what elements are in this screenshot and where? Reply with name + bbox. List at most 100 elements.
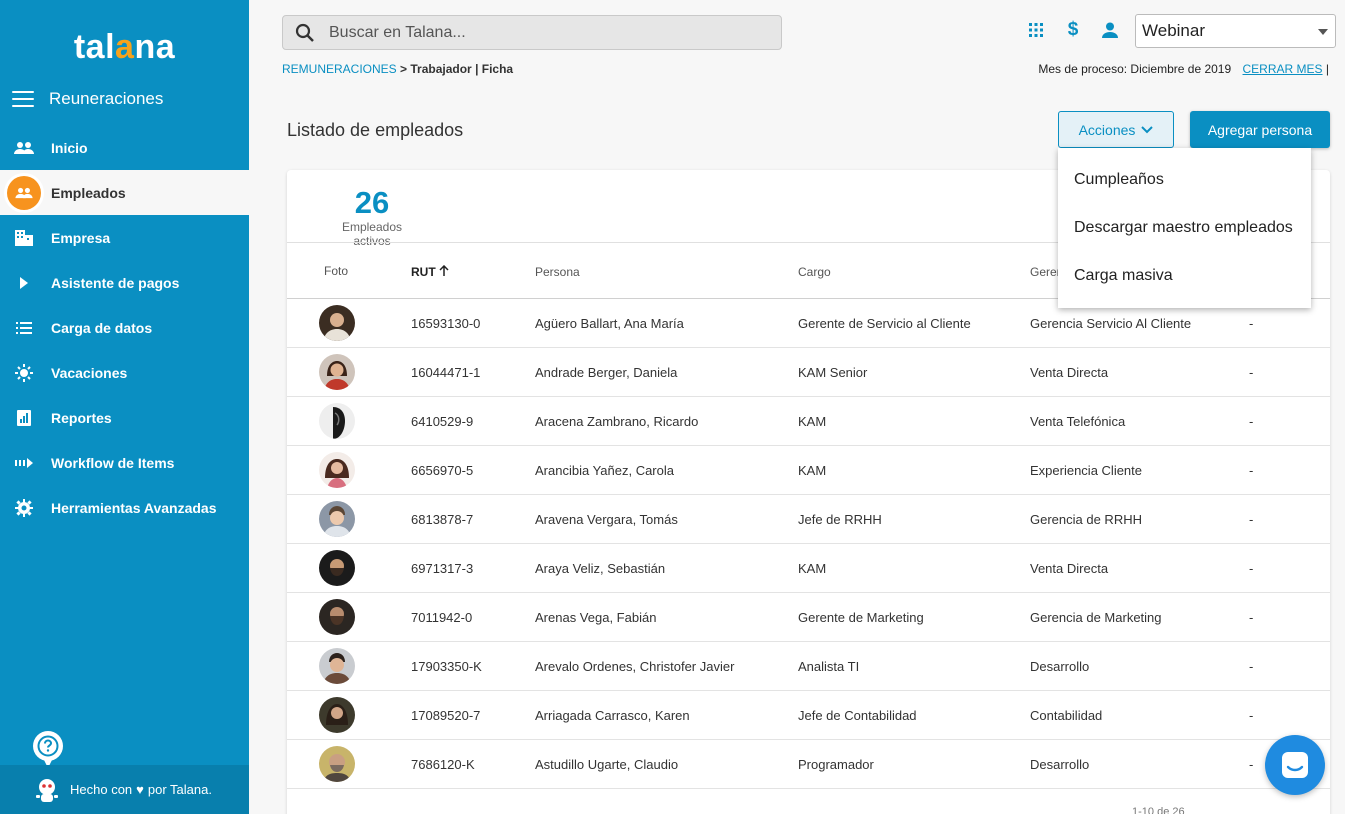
chat-launcher-button[interactable] xyxy=(1265,735,1325,795)
avatar xyxy=(319,452,355,488)
sidebar-item-label: Empleados xyxy=(51,184,126,201)
cell-gerencia: Desarrollo xyxy=(1030,757,1090,772)
cell-persona: Astudillo Ugarte, Claudio xyxy=(535,757,679,772)
cell-rut: 7686120-K xyxy=(411,757,475,772)
actions-dropdown-menu: Cumpleaños Descargar maestro empleados C… xyxy=(1058,148,1311,308)
sidebar-item-empresa[interactable]: Empresa xyxy=(0,215,249,260)
menu-item-descargar-maestro[interactable]: Descargar maestro empleados xyxy=(1058,204,1311,252)
help-icon[interactable] xyxy=(33,731,63,768)
table-row[interactable]: 7011942-0 Arenas Vega, Fabián Gerente de… xyxy=(287,593,1330,642)
table-row[interactable]: 17089520-7 Arriagada Carrasco, Karen Jef… xyxy=(287,691,1330,740)
breadcrumb-separator: > xyxy=(396,62,411,76)
cell-extra: - xyxy=(1249,463,1254,478)
cell-extra: - xyxy=(1249,414,1254,429)
cell-extra: - xyxy=(1249,561,1254,576)
table-row[interactable]: 6410529-9 Aracena Zambrano, Ricardo KAM … xyxy=(287,397,1330,446)
user-icon[interactable] xyxy=(1101,20,1119,40)
hamburger-icon[interactable] xyxy=(12,91,34,107)
breadcrumb-link-remuneraciones[interactable]: REMUNERACIONES xyxy=(282,62,397,76)
cell-cargo: Gerente de Marketing xyxy=(798,610,924,625)
sidebar-item-carga-datos[interactable]: Carga de datos xyxy=(0,305,249,350)
sidebar-item-asistente-pagos[interactable]: Asistente de pagos xyxy=(0,260,249,305)
menu-item-cumpleanos[interactable]: Cumpleaños xyxy=(1058,156,1311,204)
menu-item-carga-masiva[interactable]: Carga masiva xyxy=(1058,252,1311,300)
chevron-down-icon xyxy=(1141,125,1154,133)
cell-persona: Arenas Vega, Fabián xyxy=(535,610,657,625)
close-month-link[interactable]: CERRAR MES xyxy=(1243,62,1323,76)
top-icons: $ xyxy=(1027,19,1119,40)
cell-cargo: KAM xyxy=(798,561,827,576)
sidebar-item-workflow[interactable]: Workflow de Items xyxy=(0,440,249,485)
employees-table-body: 16593130-0 Agüero Ballart, Ana María Ger… xyxy=(287,299,1330,789)
table-row[interactable]: 6813878-7 Aravena Vergara, Tomás Jefe de… xyxy=(287,495,1330,544)
cell-persona: Arevalo Ordenes, Christofer Javier xyxy=(535,659,735,674)
sidebar-nav: Inicio Empleados Empresa Asistente de pa… xyxy=(0,125,249,530)
group-icon xyxy=(7,175,41,210)
module-title: Reuneraciones xyxy=(49,89,164,108)
building-icon xyxy=(14,228,34,248)
sidebar-item-vacaciones[interactable]: Vacaciones xyxy=(0,350,249,395)
avatar xyxy=(319,305,355,341)
cell-cargo: Programador xyxy=(798,757,874,772)
sidebar-item-inicio[interactable]: Inicio xyxy=(0,125,249,170)
cell-persona: Arancibia Yañez, Carola xyxy=(535,463,674,478)
avatar xyxy=(319,746,355,782)
apps-grid-icon[interactable] xyxy=(1027,20,1045,40)
footer-text-pre: Hecho con xyxy=(70,782,133,797)
add-person-button[interactable]: Agregar persona xyxy=(1190,111,1330,148)
cell-cargo: Analista TI xyxy=(798,659,860,674)
chat-icon xyxy=(1282,752,1308,778)
cell-gerencia: Experiencia Cliente xyxy=(1030,463,1143,478)
sidebar-item-herramientas[interactable]: Herramientas Avanzadas xyxy=(0,485,249,530)
gear-icon xyxy=(14,498,34,518)
search-input[interactable] xyxy=(329,23,749,42)
module-menu-toggle[interactable]: Reuneraciones xyxy=(12,86,163,112)
play-icon xyxy=(14,273,34,293)
column-header-foto: Foto xyxy=(324,264,349,278)
pagination-info: 1-10 de 26 xyxy=(1132,806,1185,814)
column-header-persona[interactable]: Persona xyxy=(535,265,580,279)
report-icon xyxy=(14,408,34,428)
sidebar-item-label: Workflow de Items xyxy=(51,454,175,471)
sidebar-footer: Hecho con ♥ por Talana. xyxy=(0,765,249,814)
cell-gerencia: Gerencia de Marketing xyxy=(1030,610,1162,625)
cell-extra: - xyxy=(1249,708,1254,723)
cell-persona: Aravena Vergara, Tomás xyxy=(535,512,678,527)
actions-button[interactable]: Acciones xyxy=(1058,111,1174,148)
mascot-icon xyxy=(36,778,58,802)
search-icon xyxy=(295,23,314,42)
column-header-rut[interactable]: RUT xyxy=(411,264,449,279)
cell-gerencia: Venta Telefónica xyxy=(1030,414,1126,429)
dollar-icon[interactable]: $ xyxy=(1064,19,1082,40)
cell-extra: - xyxy=(1249,316,1254,331)
sidebar-item-label: Carga de datos xyxy=(51,319,153,336)
global-search[interactable] xyxy=(282,15,782,50)
cell-persona: Arriagada Carrasco, Karen xyxy=(535,708,690,723)
table-row[interactable]: 17903350-K Arevalo Ordenes, Christofer J… xyxy=(287,642,1330,691)
sidebar-item-label: Inicio xyxy=(51,139,88,156)
sidebar-item-label: Reportes xyxy=(51,409,112,426)
heart-icon: ♥ xyxy=(136,782,144,797)
cell-rut: 6656970-5 xyxy=(411,463,474,478)
process-period: Mes de proceso: Diciembre de 2019 CERRAR… xyxy=(1038,62,1329,76)
cell-cargo: KAM xyxy=(798,414,827,429)
cell-gerencia: Venta Directa xyxy=(1030,561,1109,576)
cell-extra: - xyxy=(1249,757,1254,772)
sun-icon xyxy=(14,363,34,383)
column-header-cargo[interactable]: Cargo xyxy=(798,265,831,279)
sidebar-item-reportes[interactable]: Reportes xyxy=(0,395,249,440)
table-row[interactable]: 6656970-5 Arancibia Yañez, Carola KAM Ex… xyxy=(287,446,1330,495)
table-row[interactable]: 6971317-3 Araya Veliz, Sebastián KAM Ven… xyxy=(287,544,1330,593)
cell-extra: - xyxy=(1249,610,1254,625)
company-select[interactable]: Webinar xyxy=(1135,14,1336,48)
talana-logo[interactable]: talana xyxy=(0,28,249,67)
table-row[interactable]: 7686120-K Astudillo Ugarte, Claudio Prog… xyxy=(287,740,1330,789)
sidebar-item-empleados[interactable]: Empleados xyxy=(0,170,249,215)
cell-cargo: Gerente de Servicio al Cliente xyxy=(798,316,971,331)
list-icon xyxy=(14,318,34,338)
table-row[interactable]: 16044471-1 Andrade Berger, Daniela KAM S… xyxy=(287,348,1330,397)
active-employees-count: 26 xyxy=(354,185,390,220)
cell-gerencia: Contabilidad xyxy=(1030,708,1103,723)
cell-gerencia: Gerencia Servicio Al Cliente xyxy=(1030,316,1192,331)
cell-gerencia: Gerencia de RRHH xyxy=(1030,512,1142,527)
